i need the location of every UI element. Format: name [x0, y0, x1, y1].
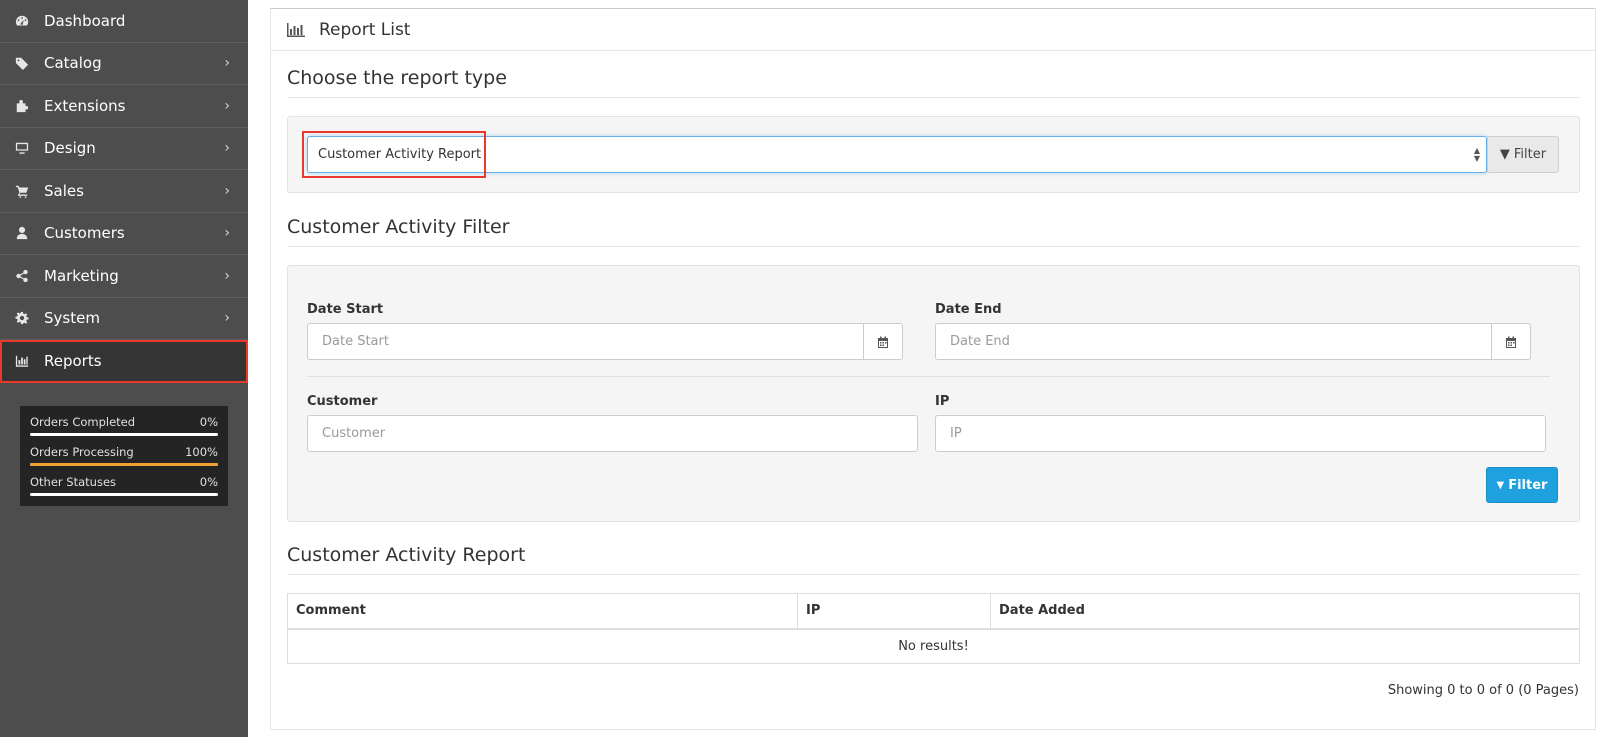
chevron-right-icon: › — [224, 267, 230, 284]
choose-report-title: Choose the report type — [287, 67, 1580, 98]
sidebar-item-label: Design — [44, 139, 96, 158]
input-placeholder: Date Start — [322, 334, 389, 349]
stat-orders-completed: Orders Completed 0% — [30, 412, 218, 436]
report-panel: Report List Choose the report type Custo… — [270, 8, 1596, 730]
empty-results: No results! — [287, 628, 1580, 664]
input-placeholder: Date End — [950, 334, 1010, 349]
stat-orders-processing: Orders Processing 100% — [30, 442, 218, 466]
date-end-input[interactable]: Date End — [935, 323, 1492, 360]
filter-button[interactable]: ▼ Filter — [1486, 467, 1558, 503]
sidebar-item-label: Customers — [44, 224, 125, 243]
panel-title: Report List — [319, 19, 411, 40]
form-divider — [307, 376, 1550, 377]
filter-section-title: Customer Activity Filter — [287, 216, 1580, 247]
order-stats-panel: Orders Completed 0% Orders Processing 100%… — [20, 406, 228, 506]
sidebar-item-label: Extensions — [44, 96, 126, 115]
sidebar-nav: Dashboard Catalog › Extensions › Design … — [0, 0, 248, 383]
filter-icon: ▼ — [1496, 479, 1505, 491]
button-label: Filter — [1513, 147, 1547, 162]
sidebar-item-sales[interactable]: Sales › — [0, 170, 248, 213]
date-end-calendar-button[interactable] — [1491, 323, 1531, 360]
stat-value: 100% — [185, 445, 218, 459]
progress-bar — [30, 433, 218, 436]
stat-label: Other Statuses — [30, 475, 117, 489]
calendar-icon — [878, 336, 888, 348]
dashboard-icon — [12, 13, 32, 29]
pagination-info: Showing 0 to 0 of 0 (0 Pages) — [1387, 683, 1579, 698]
chevron-right-icon: › — [224, 97, 230, 114]
select-value: Customer Activity Report — [318, 147, 482, 162]
sidebar-item-reports[interactable]: Reports — [0, 340, 248, 383]
date-start-input[interactable]: Date Start — [307, 323, 864, 360]
report-table: Comment IP Date Added No results! — [287, 593, 1580, 664]
monitor-icon — [12, 140, 32, 156]
tags-icon — [12, 55, 32, 71]
stat-label: Orders Completed — [30, 415, 136, 429]
user-icon — [12, 225, 32, 241]
ip-input[interactable]: IP — [935, 415, 1546, 452]
chevron-right-icon: › — [224, 140, 230, 157]
cart-icon — [12, 183, 32, 199]
calendar-icon — [1506, 336, 1516, 348]
report-type-well: Customer Activity Report ▲ ▼ ▼ Filter — [287, 116, 1580, 193]
column-header-ip[interactable]: IP — [797, 593, 991, 630]
select-arrows-icon: ▲ ▼ — [1473, 146, 1480, 163]
progress-bar — [30, 463, 218, 466]
ip-label: IP — [935, 394, 950, 409]
sidebar-item-label: Marketing — [44, 266, 119, 285]
column-header-comment[interactable]: Comment — [287, 593, 798, 630]
column-header-date-added[interactable]: Date Added — [990, 593, 1580, 630]
chevron-right-icon: › — [224, 310, 230, 327]
customer-label: Customer — [307, 394, 378, 409]
date-start-calendar-button[interactable] — [863, 323, 903, 360]
stat-value: 0% — [199, 475, 218, 489]
sidebar-item-dashboard[interactable]: Dashboard — [0, 0, 248, 43]
sidebar-item-system[interactable]: System › — [0, 298, 248, 340]
report-type-select[interactable]: Customer Activity Report ▲ ▼ — [307, 136, 1487, 173]
table-row: No results! — [287, 628, 1580, 664]
customer-input[interactable]: Customer — [307, 415, 918, 452]
date-end-label: Date End — [935, 302, 1002, 317]
table-header-row: Comment IP Date Added — [287, 593, 1580, 630]
bar-chart-icon — [287, 22, 305, 37]
sidebar: Dashboard Catalog › Extensions › Design … — [0, 0, 248, 737]
report-section-title: Customer Activity Report — [287, 544, 1580, 575]
sidebar-item-marketing[interactable]: Marketing › — [0, 255, 248, 298]
input-placeholder: IP — [950, 426, 962, 441]
progress-bar-fill — [30, 463, 218, 466]
sidebar-item-extensions[interactable]: Extensions › — [0, 85, 248, 128]
panel-heading: Report List — [271, 9, 1595, 51]
sidebar-item-label: Catalog — [44, 54, 102, 73]
input-placeholder: Customer — [322, 426, 386, 441]
sidebar-item-label: Dashboard — [44, 11, 126, 30]
stat-other-statuses: Other Statuses 0% — [30, 472, 218, 496]
sidebar-item-design[interactable]: Design › — [0, 128, 248, 170]
sidebar-item-label: Reports — [44, 351, 102, 370]
stat-value: 0% — [199, 415, 218, 429]
bar-chart-icon — [12, 353, 32, 369]
chevron-right-icon: › — [224, 225, 230, 242]
chevron-right-icon: › — [224, 55, 230, 72]
report-filter-button[interactable]: ▼ Filter — [1487, 136, 1559, 173]
puzzle-icon — [12, 98, 32, 114]
progress-bar — [30, 493, 218, 496]
sidebar-item-label: Sales — [44, 181, 84, 200]
button-label: Filter — [1508, 477, 1548, 493]
gear-icon — [12, 310, 32, 326]
sidebar-item-customers[interactable]: Customers › — [0, 213, 248, 255]
date-start-label: Date Start — [307, 302, 384, 317]
filter-well: Date Start Date Start Date End Date End … — [287, 265, 1580, 522]
stat-label: Orders Processing — [30, 445, 134, 459]
sidebar-item-catalog[interactable]: Catalog › — [0, 43, 248, 85]
chevron-right-icon: › — [224, 182, 230, 199]
share-icon — [12, 268, 32, 284]
filter-icon: ▼ — [1499, 147, 1510, 162]
sidebar-item-label: System — [44, 309, 100, 328]
